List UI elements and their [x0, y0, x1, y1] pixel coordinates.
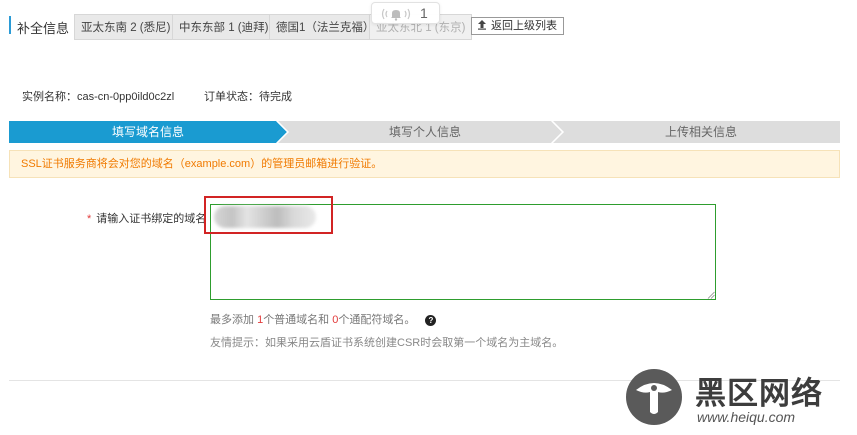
hint-suffix: 个通配符域名。 [338, 314, 416, 326]
step-2-label: 填写个人信息 [389, 125, 462, 139]
back-to-list-button[interactable]: 返回上级列表 [471, 17, 564, 35]
progress-stepper: 填写域名信息 填写个人信息 上传相关信息 [9, 121, 840, 143]
tab-region-sydney[interactable]: 亚太东南 2 (悉尼) [74, 14, 178, 40]
notification-badge[interactable]: 1 [371, 2, 440, 24]
help-icon[interactable]: ? [425, 315, 437, 326]
arrow-up-icon [477, 19, 487, 30]
domain-limit-hint: 最多添加 1个普通域名和 0个通配符域名。 ? [210, 311, 437, 327]
highlight-annotation [204, 196, 333, 234]
domain-field-label: * 请输入证书绑定的域名 [87, 210, 206, 226]
resize-grip-icon[interactable] [707, 291, 715, 299]
step-1-label: 填写域名信息 [112, 125, 185, 139]
tab-region-dubai[interactable]: 中东东部 1 (迪拜) [172, 14, 276, 40]
watermark-title: 黑区网络 [695, 376, 823, 412]
section-accent-bar [9, 16, 11, 34]
csr-tip: 友情提示：如果采用云盾证书系统创建CSR时会取第一个域名为主域名。 [210, 337, 564, 349]
notification-count: 1 [420, 5, 428, 21]
verification-notice: SSL证书服务商将会对您的域名（example.com）的管理员邮箱进行验证。 [9, 150, 840, 178]
required-mark: * [87, 213, 92, 225]
back-button-label: 返回上级列表 [491, 20, 557, 32]
section-title: 补全信息 [17, 21, 70, 36]
domain-label-text: 请输入证书绑定的域名 [96, 213, 207, 225]
order-status: 订单状态：待完成 [204, 91, 292, 103]
instance-name: 实例名称：cas-cn-0pp0ild0c2zl [22, 91, 175, 103]
hint-middle: 个普通域名和 [263, 314, 333, 326]
watermark-url: www.heiqu.com [697, 409, 796, 425]
tab-region-frankfurt[interactable]: 德国1（法兰克福） [269, 14, 382, 40]
instance-info: 实例名称：cas-cn-0pp0ild0c2zl 订单状态：待完成 [22, 88, 292, 104]
region-tab-bar: 补全信息 亚太东南 2 (悉尼) 中东东部 1 (迪拜) 德国1（法兰克福） 亚… [0, 0, 857, 46]
bell-icon [379, 6, 413, 22]
page: 补全信息 亚太东南 2 (悉尼) 中东东部 1 (迪拜) 德国1（法兰克福） 亚… [0, 0, 857, 435]
watermark-logo-icon [626, 369, 682, 425]
hint-prefix: 最多添加 [210, 314, 258, 326]
step-3-label: 上传相关信息 [665, 125, 738, 139]
